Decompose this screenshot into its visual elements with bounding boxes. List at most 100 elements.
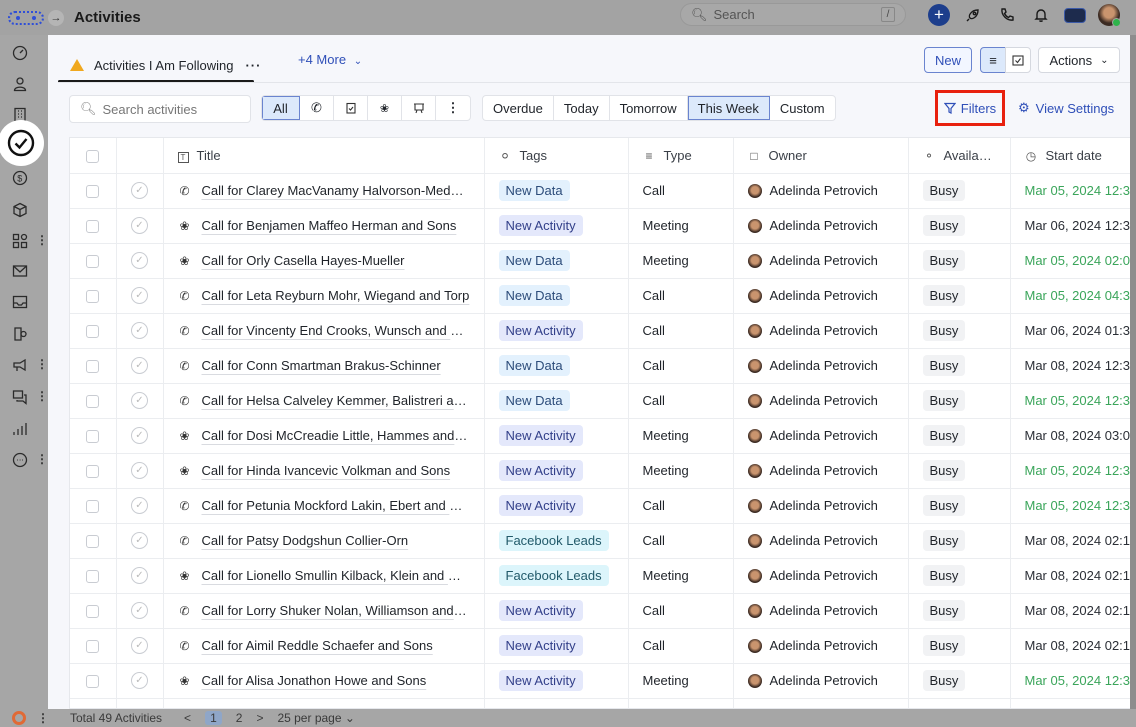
expand-sidebar-button[interactable]: → [48, 9, 64, 26]
prev-page-button[interactable]: < [184, 711, 191, 725]
row-checkbox[interactable] [86, 220, 100, 234]
list-view-button[interactable]: ≡ [980, 47, 1006, 73]
row-checkbox[interactable] [86, 430, 100, 444]
mark-done-button[interactable]: ✓ [131, 287, 148, 305]
mark-done-button[interactable]: ✓ [131, 637, 148, 655]
table-row[interactable]: ✓ ❀ Call for Hinda Ivancevic Volkman and S… [70, 453, 1135, 489]
page-2-button[interactable]: 2 [236, 711, 243, 725]
mark-done-button[interactable]: ✓ [131, 602, 148, 620]
row-checkbox[interactable] [86, 535, 100, 549]
mark-done-button[interactable]: ✓ [131, 567, 148, 585]
sidebar-item-email[interactable] [10, 261, 30, 281]
sidebar-campaigns-more-icon[interactable]: ⋮ [36, 357, 48, 371]
sidebar-item-more[interactable] [10, 450, 30, 470]
activity-title-link[interactable]: Call for Aimil Reddle Schaefer and Sons [202, 638, 433, 653]
per-page-select[interactable]: 25 per page ⌄ [277, 711, 354, 725]
search-activities-input[interactable]: 🔍︎ Search activities [69, 95, 251, 123]
column-header-type[interactable]: ≡ Type [628, 138, 734, 174]
filters-button[interactable]: Filters [935, 90, 1005, 126]
sidebar-item-sequences[interactable] [10, 324, 30, 344]
sidebar-item-campaigns[interactable] [10, 355, 30, 375]
date-filter-today[interactable]: Today [554, 96, 610, 120]
row-checkbox[interactable] [86, 255, 100, 269]
tab-current-view[interactable]: Activities I Am Following ··· [70, 47, 261, 83]
mark-done-button[interactable]: ✓ [131, 462, 148, 480]
table-row[interactable]: ✓ ✆ Call for Lorry Shuker Nolan, Williamso… [70, 593, 1135, 629]
mark-done-button[interactable]: ✓ [131, 427, 148, 445]
type-filter-task[interactable] [334, 96, 368, 120]
row-checkbox[interactable] [86, 675, 100, 689]
row-checkbox[interactable] [86, 640, 100, 654]
date-filter-tomorrow[interactable]: Tomorrow [610, 96, 688, 120]
activity-title-link[interactable]: Call for Hinda Ivancevic Volkman and Son… [202, 463, 451, 478]
table-row[interactable]: ✓ ✆ Call for Clarey MacVanamy Halvorson-Me… [70, 173, 1135, 209]
sidebar-apps-more-icon[interactable]: ⋮ [36, 233, 48, 247]
type-filter-presentation[interactable] [402, 96, 436, 120]
row-checkbox[interactable] [86, 605, 100, 619]
table-row[interactable]: ✓ ❀ Call for Benjamen Maffeo Herman and So… [70, 208, 1135, 244]
row-checkbox[interactable] [86, 290, 100, 304]
table-row[interactable]: ✓ ❀ Call for Orly Casella Hayes-Mueller New… [70, 243, 1135, 279]
activity-title-link[interactable]: Call for Patsy Dodgshun Collier-Orn [202, 533, 409, 548]
date-filter-this-week[interactable]: This Week [687, 96, 770, 120]
row-checkbox[interactable] [86, 465, 100, 479]
table-row[interactable]: ✓ ✆ Call for Petunia Mockford Lakin, Ebert… [70, 488, 1135, 524]
sidebar-item-apps[interactable] [10, 231, 30, 251]
mark-done-button[interactable]: ✓ [131, 392, 148, 410]
table-row[interactable]: ✓ ✆ Call for Helsa Calveley Kemmer, Balist… [70, 383, 1135, 419]
activity-title-link[interactable]: Call for Benjamen Maffeo Herman and Sons [202, 218, 457, 233]
date-filter-custom[interactable]: Custom [770, 96, 835, 120]
apps-button[interactable] [1058, 2, 1092, 28]
table-row[interactable]: ✓ ✆ Call for Conn Smartman Brakus-Schinner… [70, 348, 1135, 384]
help-lifebuoy-icon[interactable] [12, 711, 26, 725]
sidebar-item-contacts[interactable] [10, 74, 30, 94]
type-filter-all[interactable]: All [262, 96, 300, 120]
date-filter-overdue[interactable]: Overdue [483, 96, 554, 120]
type-filter-more[interactable]: ⋮ [436, 96, 470, 120]
sidebar-chat-more-icon[interactable]: ⋮ [36, 389, 48, 403]
table-row[interactable]: ✓ ✆ Call for Vincenty End Crooks, Wunsch a… [70, 313, 1135, 349]
page-1-button[interactable]: 1 [205, 711, 222, 725]
row-checkbox[interactable] [86, 185, 100, 199]
type-filter-call[interactable]: ✆ [300, 96, 334, 120]
sidebar-item-inbox[interactable] [10, 292, 30, 312]
sidebar-more-more-icon[interactable]: ⋮ [36, 452, 48, 466]
activity-title-link[interactable]: Call for Petunia Mockford Lakin, Ebert a… [202, 498, 482, 513]
quick-add-button[interactable]: + [922, 2, 956, 28]
next-page-button[interactable]: > [256, 711, 263, 725]
new-button[interactable]: New [924, 47, 972, 73]
table-row[interactable]: ✓ ✆ Call for Patsy Dodgshun Collier-Orn Fac… [70, 523, 1135, 559]
table-row[interactable]: ✓ ❀ Call for Lionello Smullin Kilback, Kle… [70, 558, 1135, 594]
activity-title-link[interactable]: Call for Alisa Jonathon Howe and Sons [202, 673, 427, 688]
sidebar-item-deals[interactable]: $ [10, 168, 30, 188]
activity-title-link[interactable]: Call for Conn Smartman Brakus-Schinner [202, 358, 441, 373]
mark-done-button[interactable]: ✓ [131, 532, 148, 550]
mark-done-button[interactable]: ✓ [131, 497, 148, 515]
row-checkbox[interactable] [86, 395, 100, 409]
column-header-tags[interactable]: ⚪︎ Tags [484, 138, 629, 174]
sidebar-item-activities[interactable] [0, 120, 44, 166]
row-checkbox[interactable] [86, 570, 100, 584]
column-header-availability[interactable]: ⚬ Availab... [908, 138, 1011, 174]
more-views-dropdown[interactable]: +4 More ⌄ [298, 52, 362, 67]
activity-title-link[interactable]: Call for Orly Casella Hayes-Mueller [202, 253, 405, 268]
view-settings-button[interactable]: ⚙ View Settings [1018, 100, 1114, 116]
mark-done-button[interactable]: ✓ [131, 182, 148, 200]
app-logo[interactable] [8, 10, 44, 25]
row-checkbox[interactable] [86, 360, 100, 374]
activity-title-link[interactable]: Call for Leta Reyburn Mohr, Wiegand and … [202, 288, 470, 303]
rocket-button[interactable] [956, 2, 990, 28]
row-checkbox[interactable] [86, 500, 100, 514]
mark-done-button[interactable]: ✓ [131, 217, 148, 235]
mark-done-button[interactable]: ✓ [131, 672, 148, 690]
activity-title-link[interactable]: Call for Helsa Calveley Kemmer, Balistre… [202, 393, 483, 408]
sidebar-item-products[interactable] [10, 200, 30, 220]
sidebar-item-dashboard[interactable] [10, 43, 30, 63]
sidebar-item-reports[interactable] [10, 419, 30, 439]
mark-done-button[interactable]: ✓ [131, 357, 148, 375]
activity-title-link[interactable]: Call for Dosi McCreadie Little, Hammes a… [202, 428, 484, 443]
view-options-icon[interactable]: ··· [245, 58, 261, 73]
mark-done-button[interactable]: ✓ [131, 252, 148, 270]
activity-title-link[interactable]: Call for Lionello Smullin Kilback, Klein… [202, 568, 483, 583]
phone-button[interactable] [990, 2, 1024, 28]
